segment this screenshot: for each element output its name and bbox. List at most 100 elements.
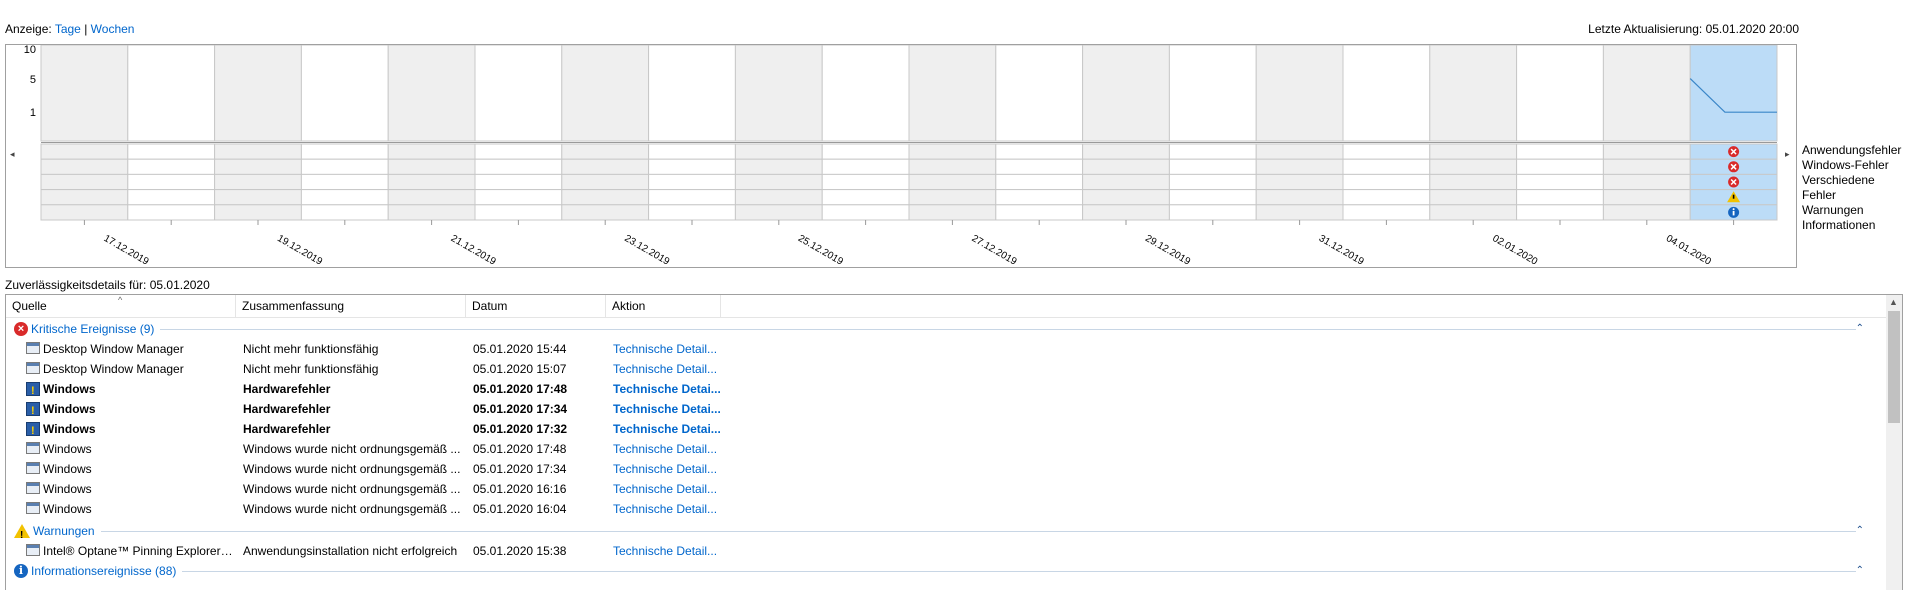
cell-summary: Nicht mehr funktionsfähig	[243, 362, 379, 376]
scroll-thumb[interactable]	[1888, 311, 1900, 423]
cell-source: Desktop Window Manager	[43, 342, 184, 356]
legend-information: Informationen	[1802, 218, 1876, 232]
warning-mark	[1732, 194, 1735, 199]
scroll-right-arrow-icon[interactable]: ▸	[1785, 149, 1790, 160]
column-summary[interactable]: Zusammenfassung	[236, 295, 466, 317]
cell-date: 05.01.2020 15:07	[473, 362, 567, 376]
event-cell	[387, 143, 476, 160]
scroll-up-arrow-icon[interactable]: ▲	[1889, 297, 1898, 307]
group-header[interactable]: ! Warnungen ⌃	[6, 521, 1886, 541]
table-row[interactable]: Desktop Window Manager Nicht mehr funktio…	[6, 339, 1886, 359]
event-cell	[214, 143, 302, 160]
table-row[interactable]: Windows Hardwarefehler 05.01.2020 17:48 Tec…	[6, 379, 1886, 401]
x-date-label: 25.12.2019	[796, 233, 845, 267]
application-window-icon	[26, 482, 40, 494]
group-header[interactable]: i Informationsereignisse (88) ⌃	[6, 561, 1886, 581]
technical-details-link[interactable]: Technische Detail...	[613, 459, 728, 479]
event-cell	[387, 204, 476, 221]
vertical-scrollbar[interactable]: ▲	[1886, 295, 1902, 590]
event-cell	[648, 143, 736, 160]
application-window-icon	[26, 502, 40, 514]
chart-canvas: 10 5 1 17.12.2019 19.12.2019 21.12.2019 23.12.…	[24, 45, 1778, 267]
view-selector: Anzeige: Tage | Wochen	[5, 22, 134, 36]
day-column	[648, 45, 736, 142]
day-column	[474, 45, 563, 142]
technical-details-link[interactable]: Technische Detai...	[613, 379, 728, 399]
cell-summary: Anwendungsinstallation nicht erfolgreich	[243, 544, 458, 558]
collapse-chevron-icon[interactable]: ⌃	[1856, 521, 1864, 541]
x-date-label: 21.12.2019	[449, 233, 498, 267]
table-row[interactable]: Intel® Optane™ Pinning Explorer ... Anwen…	[6, 541, 1886, 561]
event-cell	[387, 173, 476, 191]
legend-windows-failures: Windows-Fehler	[1802, 158, 1889, 172]
technical-details-link[interactable]: Technische Detail...	[613, 479, 728, 499]
collapse-chevron-icon[interactable]: ⌃	[1856, 319, 1864, 339]
column-action[interactable]: Aktion	[606, 295, 721, 317]
event-cell	[1516, 189, 1604, 206]
event-cell	[387, 158, 476, 175]
x-date-label: 02.01.2020	[1490, 233, 1539, 267]
group-header[interactable]: × Kritische Ereignisse (9) ⌃	[6, 319, 1886, 339]
scroll-left-arrow-icon[interactable]: ◂	[10, 149, 15, 160]
table-row[interactable]: Windows Windows wurde nicht ordnungsgemäß…	[6, 479, 1886, 499]
group-title[interactable]: × Kritische Ereignisse (9)	[14, 319, 161, 339]
event-cell	[821, 143, 910, 160]
day-column	[1168, 45, 1257, 142]
x-date-label: 17.12.2019	[102, 233, 151, 267]
application-window-icon	[26, 362, 40, 374]
technical-details-link[interactable]: Technische Detai...	[613, 399, 728, 419]
group-title[interactable]: i Informationsereignisse (88)	[14, 561, 183, 581]
table-row[interactable]: Windows Windows wurde nicht ordnungsgemäß…	[6, 499, 1886, 519]
table-row[interactable]: Windows Windows wurde nicht ordnungsgemäß…	[6, 439, 1886, 459]
day-column	[734, 45, 823, 142]
technical-details-link[interactable]: Technische Detail...	[613, 359, 728, 379]
table-row[interactable]: Windows Hardwarefehler 05.01.2020 17:34 Tec…	[6, 399, 1886, 421]
event-cell	[1342, 158, 1431, 175]
y-tick-label: 1	[30, 107, 36, 119]
table-row[interactable]: Desktop Window Manager Nicht mehr funktio…	[6, 359, 1886, 379]
event-cell	[1255, 143, 1344, 160]
cell-date: 05.01.2020 15:38	[473, 544, 567, 558]
technical-details-link[interactable]: Technische Detail...	[613, 439, 728, 459]
application-window-icon	[26, 462, 40, 474]
day-column	[300, 45, 389, 142]
application-window-icon	[26, 342, 40, 354]
technical-details-link[interactable]: Technische Detail...	[613, 499, 728, 519]
warning-icon: !	[14, 524, 30, 541]
technical-details-link[interactable]: Technische Detail...	[613, 541, 728, 561]
collapse-chevron-icon[interactable]: ⌃	[1856, 561, 1864, 581]
group-title[interactable]: ! Warnungen	[14, 521, 101, 541]
day-column	[821, 45, 910, 142]
technical-details-link[interactable]: Technische Detai...	[613, 419, 728, 439]
technical-details-link[interactable]: Technische Detail...	[613, 339, 728, 359]
event-cell	[561, 158, 650, 175]
application-window-icon	[26, 544, 40, 556]
event-cell	[300, 158, 389, 175]
details-label: Zuverlässigkeitsdetails für: 05.01.2020	[5, 278, 210, 292]
group-title-label: Kritische Ereignisse (9)	[31, 322, 155, 336]
legend-warnings: Warnungen	[1802, 203, 1864, 217]
group-divider	[14, 571, 1856, 572]
event-cell	[1429, 189, 1518, 206]
event-cell	[1429, 173, 1518, 191]
table-row[interactable]: Windows Windows wurde nicht ordnungsgemäß…	[6, 459, 1886, 479]
event-cell	[908, 143, 997, 160]
info-mark	[1732, 210, 1735, 216]
event-cell	[1168, 204, 1257, 221]
column-summary-label: Zusammenfassung	[242, 299, 345, 313]
event-cell	[995, 158, 1084, 175]
day-column	[908, 45, 997, 142]
day-column	[561, 45, 650, 142]
column-action-label: Aktion	[612, 299, 646, 313]
column-source[interactable]: ^ Quelle	[6, 295, 236, 317]
event-cell	[1602, 143, 1691, 160]
cell-date: 05.01.2020 17:48	[473, 442, 567, 456]
event-cell	[648, 173, 736, 191]
group-divider	[14, 329, 1856, 330]
event-cell	[561, 143, 650, 160]
view-weeks-link[interactable]: Wochen	[91, 22, 135, 36]
view-days-link[interactable]: Tage	[55, 22, 81, 36]
table-row[interactable]: Windows Hardwarefehler 05.01.2020 17:32 Tec…	[6, 419, 1886, 441]
column-date[interactable]: Datum	[466, 295, 606, 317]
event-cell	[734, 189, 823, 206]
